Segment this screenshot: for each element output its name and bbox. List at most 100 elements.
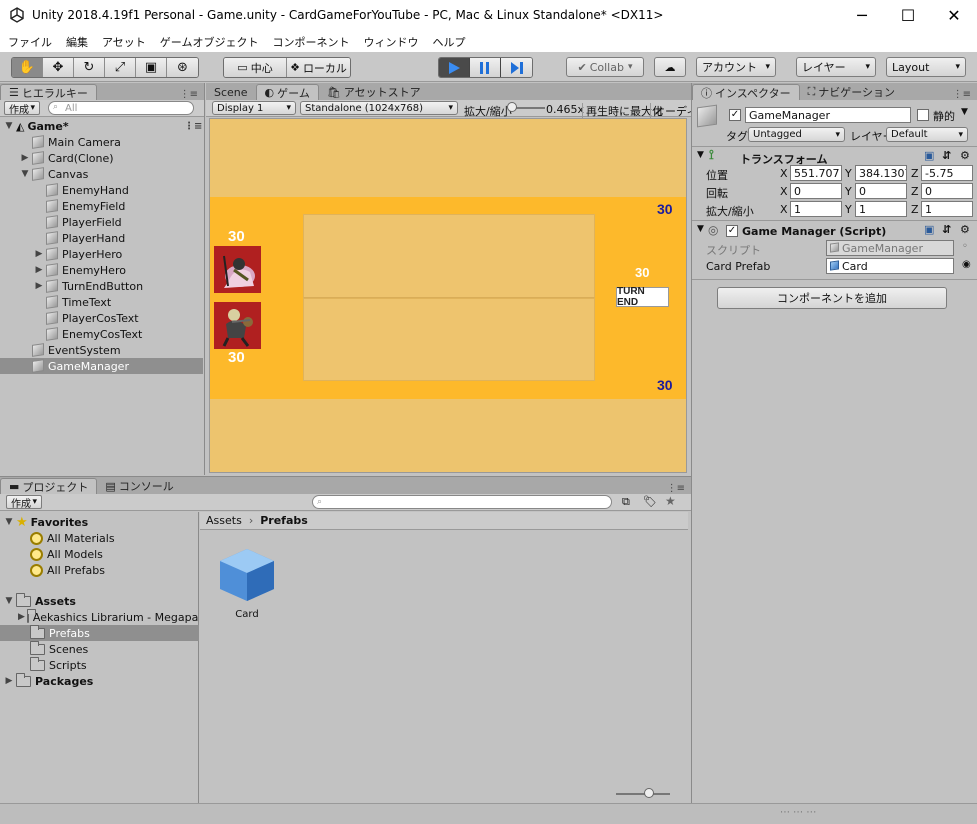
folder-aekashics[interactable]: ▶ Aekashics Librarium - Megapac [18,609,199,625]
hierarchy-item-player-field[interactable]: PlayerField [34,214,122,230]
collapse-arrow-icon[interactable]: ▼ [697,150,704,160]
settings-gear-icon[interactable]: ⚙ [960,223,970,236]
menu-file[interactable]: ファイル [8,34,52,50]
script-component-header[interactable]: ▼ ◎ ✓ Game Manager (Script) ▣ ⇵ ⚙ [692,222,977,242]
scale-z-input[interactable]: 1 [921,201,973,217]
preset-icon[interactable]: ⇵ [942,223,951,236]
tab-navigation[interactable]: ⛶ ナビゲーション [800,84,903,100]
close-button[interactable]: ✕ [931,0,977,31]
project-menu-icon[interactable]: ⋮≡ [667,483,685,494]
position-z-input[interactable]: -5.75 [921,165,973,181]
hierarchy-item-turn-end-button[interactable]: ▶ TurnEndButton [34,278,143,294]
position-y-input[interactable]: 384.1307 [855,165,907,181]
breadcrumb-assets[interactable]: Assets [206,514,242,527]
pivot-center-button[interactable]: ▭ 中心 [224,58,288,77]
tab-asset-store[interactable]: 🛍 アセットストア [319,84,429,100]
hierarchy-item-enemy-cos-text[interactable]: EnemyCosText [34,326,142,342]
tab-project[interactable]: ▬ プロジェクト [0,478,98,494]
pause-button[interactable] [470,58,501,77]
menu-component[interactable]: コンポーネント [272,34,349,50]
collapse-arrow-icon[interactable]: ▼ [697,224,704,234]
hand-tool-icon[interactable]: ✋ [12,58,43,77]
expand-arrow-icon[interactable]: ▶ [18,612,25,622]
favorite-all-models[interactable]: All Models [30,546,103,562]
icon-size-slider-thumb[interactable] [644,788,654,798]
preset-icon[interactable]: ⇵ [942,149,951,162]
expand-arrow-icon[interactable]: ▼ [20,169,30,179]
expand-arrow-icon[interactable]: ▶ [34,281,44,291]
move-tool-icon[interactable]: ✥ [43,58,74,77]
transform-tool-icon[interactable]: ⊛ [167,58,198,77]
icon-size-slider-track[interactable] [616,793,670,795]
layer-dropdown[interactable]: Default [886,127,968,142]
hierarchy-item-player-hand[interactable]: PlayerHand [34,230,125,246]
hierarchy-item-enemy-hand[interactable]: EnemyHand [34,182,129,198]
scale-tool-icon[interactable]: ⤢ [105,58,136,77]
hierarchy-item-enemy-field[interactable]: EnemyField [34,198,125,214]
hierarchy-search-input[interactable]: ⌕ All [48,101,194,115]
hierarchy-item-enemy-hero[interactable]: ▶ EnemyHero [34,262,126,278]
layout-dropdown[interactable]: Layout ▾ [886,57,966,77]
tag-dropdown[interactable]: Untagged [748,127,845,142]
expand-arrow-icon[interactable]: ▶ [34,265,44,275]
player-hero-portrait[interactable] [214,302,261,349]
scale-x-input[interactable]: 1 [790,201,842,217]
menu-assets[interactable]: アセット [102,34,146,50]
rect-tool-icon[interactable]: ▣ [136,58,167,77]
favorite-all-materials[interactable]: All Materials [30,530,115,546]
tab-scene[interactable]: Scene [206,84,256,100]
expand-arrow-icon[interactable]: ▶ [4,676,14,686]
object-picker-icon[interactable]: ◦ [962,241,968,252]
settings-gear-icon[interactable]: ⚙ [960,149,970,162]
collab-button[interactable]: ✔ Collab ▾ [566,57,644,77]
scale-y-input[interactable]: 1 [855,201,907,217]
inspector-menu-icon[interactable]: ⋮≡ [953,89,971,100]
hierarchy-item-time-text[interactable]: TimeText [34,294,111,310]
expand-arrow-icon[interactable]: ▼ [4,121,14,131]
help-book-icon[interactable]: ▣ [924,149,934,162]
folder-scenes[interactable]: Scenes [30,640,88,657]
rotation-x-input[interactable]: 0 [790,183,842,199]
menu-help[interactable]: ヘルプ [432,34,465,50]
filter-label-icon[interactable]: 🏷 [643,495,657,508]
hierarchy-create-dropdown[interactable]: 作成 [4,101,40,116]
tab-inspector[interactable]: ⓘ インスペクター [692,84,800,100]
add-component-button[interactable]: コンポーネントを追加 [717,287,947,309]
audio-toggle[interactable]: オーディオ [650,103,691,119]
object-picker-icon[interactable]: ◉ [962,259,971,270]
panel-menu-icon[interactable]: ⋮≡ [180,89,198,100]
object-name-input[interactable]: GameManager [745,107,911,123]
project-create-dropdown[interactable]: 作成 [6,495,42,510]
scene-menu-icon[interactable]: ⋮≡ [184,121,202,132]
turn-end-button[interactable]: TURN END [616,286,669,308]
display-dropdown[interactable]: Display 1 [212,101,296,115]
resolution-dropdown[interactable]: Standalone (1024x768) [300,101,458,115]
packages-row[interactable]: ▶ Packages [4,672,93,689]
favorite-star-icon[interactable]: ★ [665,494,676,508]
rotation-y-input[interactable]: 0 [855,183,907,199]
play-button[interactable] [439,58,470,77]
layers-dropdown[interactable]: レイヤー ▾ [796,57,876,77]
assets-row[interactable]: ▼ Assets [4,592,76,609]
minimize-button[interactable]: ─ [839,0,885,31]
menu-gameobject[interactable]: ゲームオブジェクト [160,34,259,50]
tab-game[interactable]: ◐ ゲーム [255,84,319,100]
tab-hierarchy[interactable]: ☰ ヒエラルキー [0,84,97,100]
account-dropdown[interactable]: アカウント ▾ [696,57,776,77]
menu-window[interactable]: ウィンドウ [363,34,418,50]
pivot-local-button[interactable]: ❖ ローカル [287,58,350,77]
expand-arrow-icon[interactable]: ▶ [34,249,44,259]
favorites-row[interactable]: ▼ ★ Favorites [4,514,89,530]
expand-arrow-icon[interactable]: ▶ [20,153,30,163]
scene-row[interactable]: ▼ ◭ Game* ⋮≡ [4,118,203,134]
expand-arrow-icon[interactable]: ▼ [4,517,14,527]
hierarchy-item-player-hero[interactable]: ▶ PlayerHero [34,246,122,262]
active-checkbox[interactable]: ✓ [729,109,741,121]
position-x-input[interactable]: 551.707 [790,165,842,181]
hierarchy-item-event-system[interactable]: EventSystem [20,342,121,358]
enemy-hero-portrait[interactable] [214,246,261,293]
static-dropdown-arrow-icon[interactable]: ▼ [961,107,968,117]
breadcrumb-prefabs[interactable]: Prefabs [260,514,308,527]
card-prefab-field[interactable]: Card [826,258,954,274]
rotate-tool-icon[interactable]: ↻ [74,58,105,77]
